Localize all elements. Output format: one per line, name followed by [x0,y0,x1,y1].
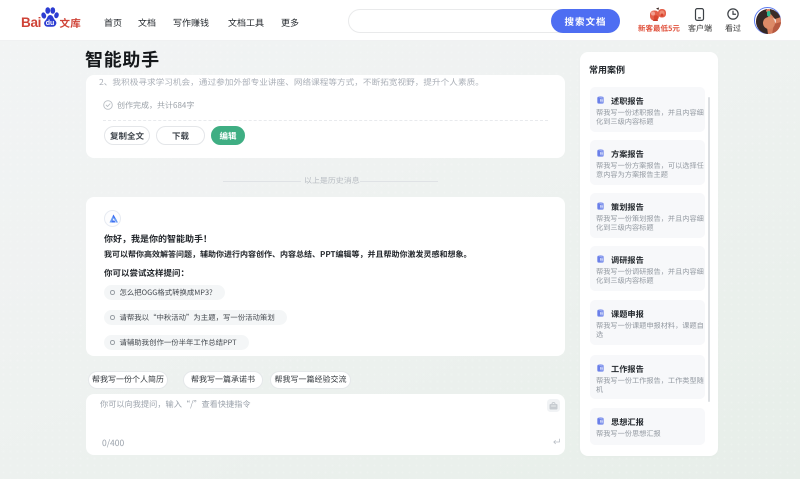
svg-text:du: du [46,20,55,27]
